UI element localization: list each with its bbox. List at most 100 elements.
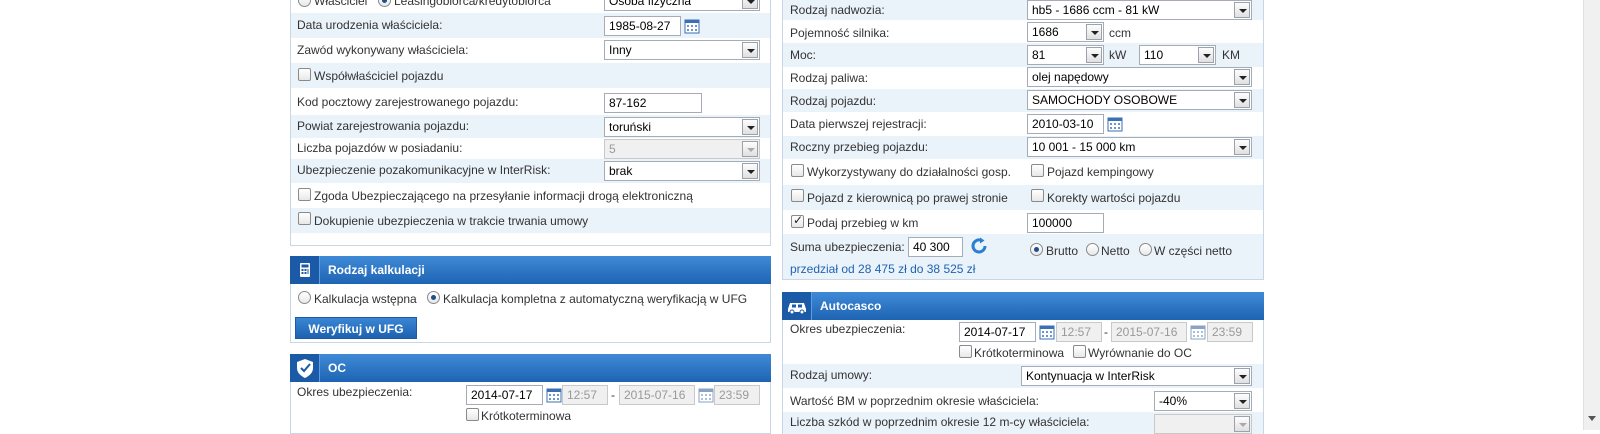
scroll-down-icon[interactable] [1588,416,1596,421]
chevron-down-icon [1234,69,1250,85]
ac-title: Autocasco [820,299,882,313]
sum-input[interactable]: 40 300 [908,237,963,257]
calendar-icon[interactable] [698,387,714,403]
non-motor-label: Ubezpieczenie pozakomunikacyjne w InterR… [297,163,551,177]
calc-preliminary-radio[interactable] [298,291,311,304]
calendar-icon[interactable] [1107,116,1123,132]
partial-net-label: W części netto [1154,244,1233,258]
chevron-down-icon [1234,368,1250,384]
business-use-checkbox[interactable] [791,164,804,177]
profession-select[interactable]: Inny [604,40,760,60]
contract-label: Rodzaj umowy: [790,368,873,382]
chevron-down-icon [742,119,758,135]
body-type-value: hb5 - 1686 ccm - 81 kW [1032,3,1160,17]
postal-code-input[interactable]: 87-162 [604,93,702,113]
partial-net-radio[interactable] [1139,243,1152,256]
oc-date-from[interactable]: 2014-07-17 [466,385,543,405]
ac-time-from[interactable]: 12:57 [1056,322,1102,342]
verify-ufg-button[interactable]: Weryfikuj w UFG [295,317,417,339]
person-type-select[interactable]: Osoba fizyczna [604,0,760,11]
gross-radio[interactable] [1030,243,1043,256]
district-value: toruński [609,120,652,134]
chevron-down-icon [1086,24,1102,40]
engine-unit: ccm [1109,26,1131,40]
engine-label: Pojemność silnika: [790,26,890,40]
business-use-label: Wykorzystywany do działalności gosp. [807,165,1011,179]
non-motor-value: brak [609,164,633,178]
chevron-down-icon [1234,92,1250,108]
ac-oc-align-checkbox[interactable] [1073,345,1086,358]
value-corr-checkbox[interactable] [1031,189,1044,202]
profession-label: Zawód wykonywany właściciela: [297,43,469,57]
camping-checkbox[interactable] [1031,164,1044,177]
refresh-icon[interactable] [969,236,989,256]
power-km-value: 110 [1144,48,1164,62]
chevron-down-icon [742,42,758,58]
claims-label: Liczba szkód w poprzednim okresie 12 m-c… [790,415,1090,429]
vehicle-count-select[interactable]: 5 [604,139,760,159]
rhd-checkbox[interactable] [791,189,804,202]
calc-title: Rodzaj kalkulacji [328,263,425,277]
oc-dash: - [611,388,615,402]
calc-complete-radio[interactable] [427,291,440,304]
body-type-label: Rodzaj nadwozia: [790,3,885,17]
co-owner-checkbox[interactable] [298,68,311,81]
claims-select[interactable] [1154,414,1252,434]
ac-time-to[interactable]: 23:59 [1207,322,1253,342]
oc-short-term-label: Krótkoterminowa [481,409,572,423]
calc-preliminary-label: Kalkulacja wstępna [314,292,417,306]
contract-value: Kontynuacja w InterRisk [1026,369,1155,383]
body-type-select[interactable]: hb5 - 1686 ccm - 81 kW [1027,0,1252,20]
sum-range: przedział od 28 475 zł do 38 525 zł [790,262,976,276]
birth-date-input[interactable]: 1985-08-27 [604,16,681,36]
oc-title: OC [328,361,346,375]
calendar-icon[interactable] [684,18,700,34]
fuel-select[interactable]: olej napędowy [1027,67,1252,87]
oc-date-to[interactable]: 2015-07-16 [619,385,695,405]
power-kw-unit: kW [1109,48,1127,62]
vehicle-type-select[interactable]: SAMOCHODY OSOBOWE [1027,90,1252,110]
vertical-scrollbar[interactable] [1583,0,1600,430]
net-radio[interactable] [1086,243,1099,256]
purchase-checkbox[interactable] [298,212,311,225]
ac-date-from[interactable]: 2014-07-17 [959,322,1036,342]
person-type-value: Osoba fizyczna [609,0,692,8]
calendar-icon[interactable] [1039,324,1055,340]
odometer-input[interactable]: 100000 [1027,213,1104,233]
power-kw-select[interactable]: 81 [1027,45,1104,65]
chevron-down-icon [1198,47,1214,63]
odometer-label: Podaj przebieg w km [807,216,919,230]
power-km-select[interactable]: 110 [1139,45,1216,65]
non-motor-select[interactable]: brak [604,161,760,181]
contract-select[interactable]: Kontynuacja w InterRisk [1021,366,1252,386]
postal-code-label: Kod pocztowy zarejestrowanego pojazdu: [297,95,519,109]
odometer-checkbox[interactable] [791,213,804,228]
first-reg-label: Data pierwszej rejestracji: [790,117,927,131]
vehicle-count-value: 5 [609,142,616,156]
profession-value: Inny [609,43,632,57]
oc-time-to[interactable]: 23:59 [714,385,760,405]
ac-period-label: Okres ubezpieczenia: [790,322,906,336]
ac-date-to[interactable]: 2015-07-16 [1111,322,1187,342]
oc-short-term-checkbox[interactable] [466,408,479,421]
mileage-select[interactable]: 10 001 - 15 000 km [1027,137,1252,157]
power-kw-value: 81 [1032,48,1046,62]
bm-select[interactable]: -40% [1154,391,1252,411]
ac-oc-align-label: Wyrównanie do OC [1088,346,1192,360]
oc-header: OC [290,354,771,382]
calendar-icon[interactable] [546,387,562,403]
engine-select[interactable]: 1686 [1027,22,1104,42]
rhd-label: Pojazd z kierownicą po prawej stronie [807,191,1008,205]
calendar-icon[interactable] [1190,324,1206,340]
chevron-down-icon [1234,393,1250,409]
leasing-radio-label: Leasingobiorca/kredytobiorca [394,0,551,8]
purchase-label: Dokupienie ubezpieczenia w trakcie trwan… [314,214,589,228]
vehicle-type-value: SAMOCHODY OSOBOWE [1032,93,1178,107]
district-select[interactable]: toruński [604,117,760,137]
district-label: Powiat zarejestrowania pojazdu: [297,119,470,133]
oc-time-from[interactable]: 12:57 [562,385,608,405]
first-reg-input[interactable]: 2010-03-10 [1027,114,1104,134]
consent-checkbox[interactable] [298,188,311,201]
chevron-down-icon [1234,139,1250,155]
ac-short-term-checkbox[interactable] [959,345,972,358]
